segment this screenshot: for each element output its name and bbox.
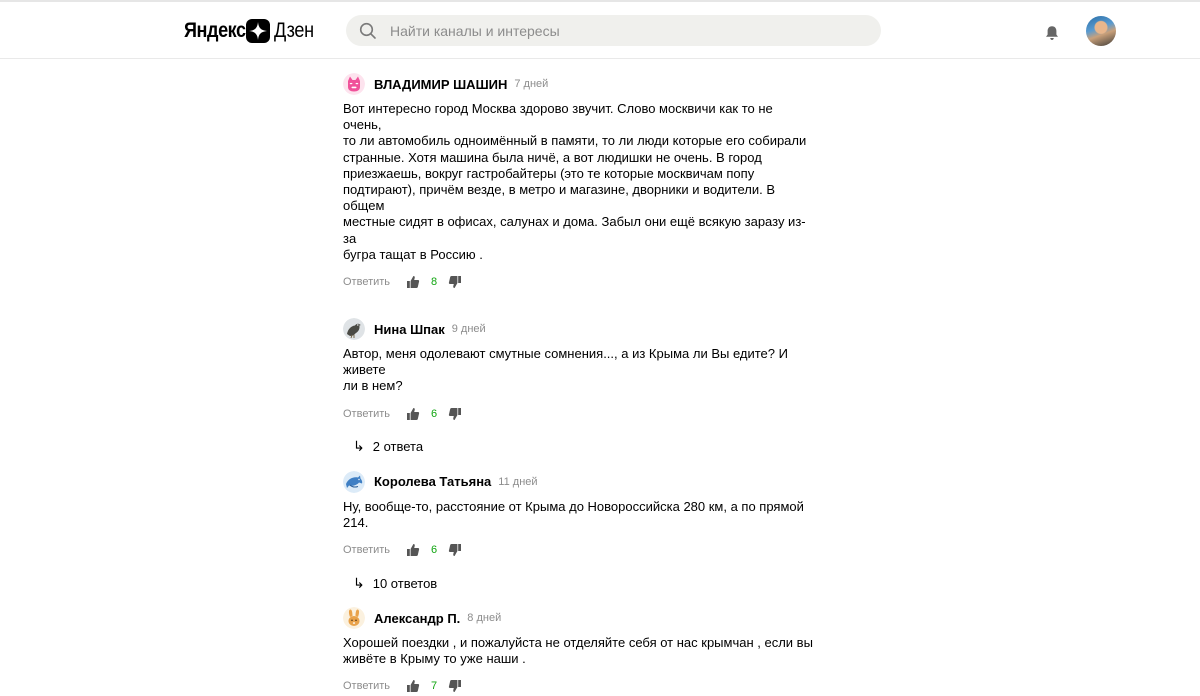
reply-button[interactable]: Ответить (343, 680, 390, 692)
thumbs-down-icon[interactable] (448, 679, 462, 693)
bell-icon[interactable] (1045, 25, 1059, 41)
comment-text-line: бугра тащат в Россию . (343, 246, 483, 262)
comment-text-line: Автор, меня одолевают смутные сомнения..… (343, 346, 788, 378)
comment-text: Хорошей поездки , и пожалуйста не отделя… (343, 635, 813, 667)
comment-text-line: Ну, вообще-то, расстояние от Крыма до Но… (343, 498, 804, 514)
comment-item: Королева Татьяна 11 дней Ну, вообще-то, … (343, 468, 813, 592)
comment-text-line: местные сидят в офисах, салунах и дома. … (343, 214, 806, 246)
comment-actions: Ответить 8 (343, 272, 813, 292)
logo-text-yandex: Яндекс (184, 19, 246, 42)
search-icon (359, 22, 376, 39)
logo-text-zen: Дзен (273, 19, 314, 42)
comment-actions: Ответить 7 (343, 676, 813, 696)
reply-arrow-icon: ↳ (353, 574, 365, 591)
like-count: 8 (430, 276, 438, 289)
thumbs-down-icon[interactable] (448, 275, 462, 289)
show-replies-button[interactable]: ↳ 2 ответа (353, 438, 813, 456)
comment-text-line: Вот интересно город Москва здорово звучи… (343, 101, 773, 133)
comment-text-line: то ли автомобиль одноимённый в памяти, т… (343, 133, 807, 149)
comment-text-line: приезжаешь, вокруг гастробайтеры (это те… (343, 165, 755, 181)
comment-header: ВЛАДИМИР ШАШИН 7 дней (343, 70, 813, 98)
comment-time: 7 дней (514, 78, 549, 90)
like-count: 7 (430, 680, 438, 693)
thumbs-up-icon[interactable] (406, 407, 420, 421)
comment-item: Нина Шпак 9 дней Автор, меня одолевают с… (343, 315, 813, 456)
comment-text: Ну, вообще-то, расстояние от Крыма до Но… (343, 499, 813, 531)
like-count: 6 (430, 407, 438, 420)
comment-text-line: 214. (343, 514, 369, 530)
reply-arrow-icon: ↳ (353, 438, 365, 455)
comment-text-line: странные. Хотя машина была ничё, а вот л… (343, 149, 762, 165)
thumbs-up-icon[interactable] (406, 543, 420, 557)
reply-button[interactable]: Ответить (343, 408, 390, 420)
reply-button[interactable]: Ответить (343, 544, 390, 556)
comment-author[interactable]: Королева Татьяна (374, 474, 491, 489)
comment-actions: Ответить 6 (343, 540, 813, 560)
comment-text-line: ли в нем? (343, 378, 403, 394)
yandex-zen-logo[interactable]: Яндекс Дзен (184, 18, 320, 44)
star-logo-icon (245, 19, 270, 43)
comment-text: Автор, меня одолевают смутные сомнения..… (343, 346, 813, 395)
comments-list: ВЛАДИМИР ШАШИН 7 дней Вот интересно горо… (343, 70, 813, 696)
blue-dolphin-avatar[interactable] (343, 470, 365, 493)
bird-avatar[interactable] (343, 318, 365, 341)
comment-author[interactable]: ВЛАДИМИР ШАШИН (374, 77, 507, 92)
bunny-avatar[interactable] (343, 607, 365, 630)
thumbs-down-icon[interactable] (448, 407, 462, 421)
comment-header: Королева Татьяна 11 дней (343, 468, 813, 496)
comment-time: 8 дней (467, 612, 502, 625)
comment-item: Александр П. 8 дней Хорошей поездки , и … (343, 604, 813, 696)
replies-count: 10 ответов (372, 575, 438, 591)
like-count: 6 (430, 544, 438, 557)
search-bar[interactable] (346, 15, 881, 46)
comment-text: Вот интересно город Москва здорово звучи… (343, 101, 813, 263)
replies-count: 2 ответа (372, 439, 424, 455)
pink-cat-avatar[interactable] (343, 73, 365, 95)
search-input[interactable] (388, 21, 872, 40)
comment-text-line: живёте в Крыму то уже наши . (343, 651, 526, 667)
site-header: Яндекс Дзен (0, 2, 1200, 59)
thumbs-down-icon[interactable] (448, 543, 462, 557)
reply-button[interactable]: Ответить (343, 276, 390, 288)
thumbs-up-icon[interactable] (406, 679, 420, 693)
comment-text-line: подтирают), причём везде, в метро и мага… (343, 182, 776, 214)
comment-time: 11 дней (498, 475, 538, 488)
comment-actions: Ответить 6 (343, 404, 813, 424)
comment-author[interactable]: Александр П. (374, 611, 460, 626)
comment-time: 9 дней (451, 323, 486, 336)
comment-header: Нина Шпак 9 дней (343, 315, 813, 343)
comment-header: Александр П. 8 дней (343, 604, 813, 632)
user-avatar[interactable] (1086, 16, 1116, 46)
comment-item: ВЛАДИМИР ШАШИН 7 дней Вот интересно горо… (343, 70, 813, 292)
show-replies-button[interactable]: ↳ 10 ответов (353, 574, 813, 592)
comment-text-line: Хорошей поездки , и пожалуйста не отделя… (343, 635, 813, 651)
comment-author[interactable]: Нина Шпак (374, 322, 445, 337)
thumbs-up-icon[interactable] (406, 275, 420, 289)
